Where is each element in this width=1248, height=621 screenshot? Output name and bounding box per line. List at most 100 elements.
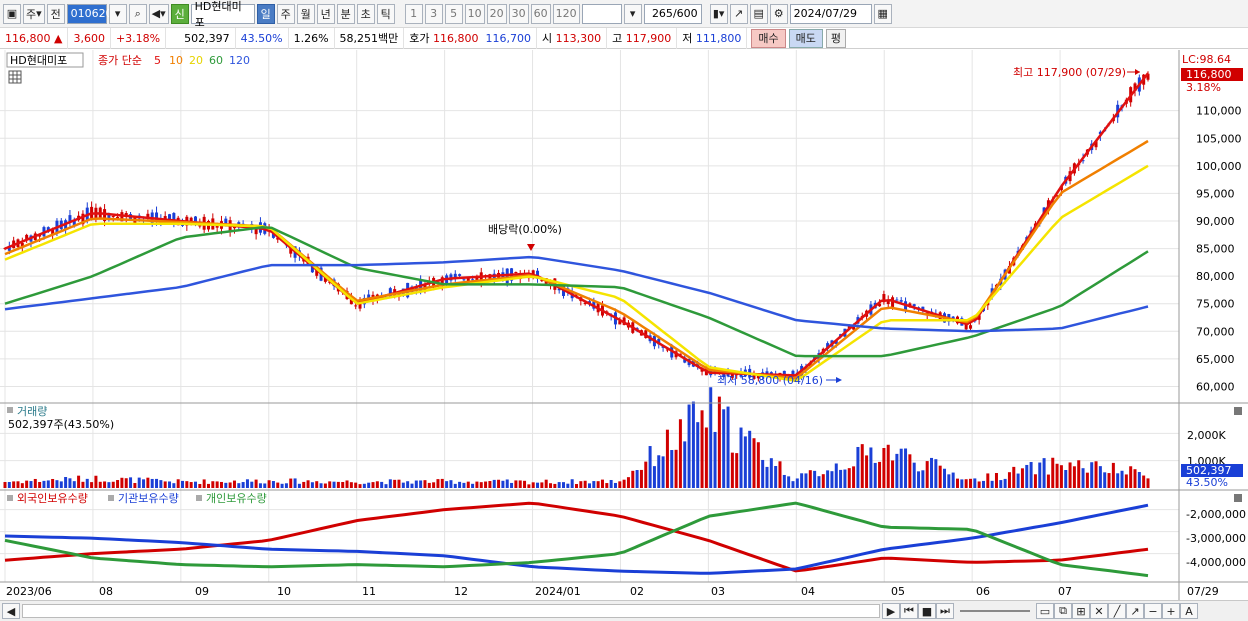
volume-bar [800,473,804,488]
period-day[interactable]: 일 [256,3,275,24]
period-year[interactable]: 년 [316,3,335,24]
volume-ratio: 43.50% [236,27,289,49]
market-type-select[interactable]: 주 ▾ [23,3,45,24]
ma60-legend[interactable]: 60 [209,54,223,67]
volume-bar [523,480,527,488]
interval-60[interactable]: 60 [530,3,551,24]
line-tool-icon[interactable]: ╱ [1108,603,1126,619]
chart-navigation-bar: ◀ ▶ ⏮ ■ ⏭ ▭ ⧉ ⊞ ✕ ╱ ↗ − + A [0,600,1248,621]
stock-chart[interactable]: 60,000 65,000 70,000 75,000 80,000 85,000 90,0… [0,50,1248,600]
date-input[interactable]: 2024/07/29 [789,3,872,24]
volume-bar [839,469,843,488]
ma-legend-prefix: 종가 단순 [98,54,142,67]
volume-bar [704,427,708,488]
stock-code-input[interactable]: 010620 [66,3,113,24]
stock-name-field[interactable]: HD현대미포 [190,0,255,29]
scroll-left-icon[interactable]: ◀ [2,603,20,619]
period-week[interactable]: 주 [276,3,295,24]
volume-bar [644,461,648,488]
horizontal-scrollbar[interactable] [22,604,880,618]
foreign-legend[interactable]: 외국인보유수량 [17,492,88,505]
quote-bar: 116,800 ▲ 3,600 +3.18% 502,397 43.50% 1.… [0,27,1248,49]
period-month[interactable]: 월 [296,3,315,24]
volume-bar [462,482,466,488]
volume-bar [834,463,838,488]
ask-price-1: 116,800 [433,31,479,45]
price-change: 3,600 [68,27,111,49]
trend-icon[interactable]: ↗ [1126,603,1144,619]
save-icon[interactable]: ▤ [749,3,768,24]
institution-legend[interactable]: 기관보유수량 [118,492,179,505]
volume-bar [990,480,994,488]
interval-10[interactable]: 10 [464,3,485,24]
scroll-right-icon[interactable]: ▶ [882,603,900,619]
individual-legend[interactable]: 개인보유수량 [206,492,267,505]
holding-panel-close-icon[interactable] [1234,494,1242,502]
font-size-icon[interactable]: A [1180,603,1198,619]
first-icon[interactable]: ⏮ [900,603,918,619]
volume-bar [475,481,479,488]
zoom-slider[interactable] [960,610,1030,612]
volume-bar [527,484,531,488]
code-dropdown-icon[interactable]: ▾ [108,3,127,24]
interval-20[interactable]: 20 [486,3,507,24]
speaker-icon[interactable]: ◀▾ [148,3,169,24]
flat-button[interactable]: 평 [825,28,847,48]
volume-bar [198,483,202,488]
volume-bar [388,479,392,488]
volume-bar [938,465,942,488]
prev-button[interactable]: 전 [46,3,65,24]
candle-body [462,279,466,281]
period-tick[interactable]: 틱 [376,3,395,24]
zoom-out-icon[interactable]: − [1144,603,1162,619]
draw-tool-icon[interactable]: ↗ [729,3,748,24]
volume-bar [16,481,20,488]
count-field[interactable]: 265/600 [643,3,702,24]
last-icon[interactable]: ⏭ [936,603,954,619]
calendar-icon[interactable]: ▦ [873,3,892,24]
table-toggle-icon[interactable] [8,70,22,84]
zoom-in-icon[interactable]: + [1162,603,1180,619]
high-label: 고 [612,32,623,45]
buy-button[interactable]: 매수 [751,28,786,48]
volume-bar [635,470,639,488]
ma5-legend[interactable]: 5 [154,54,161,67]
volume-bar [1016,473,1020,488]
volume-bar [168,481,172,488]
volume-bar [401,482,405,488]
volume-bar [237,483,241,488]
interval-1[interactable]: 1 [404,3,423,24]
interval-3[interactable]: 3 [424,3,443,24]
split-icon[interactable]: ⧉ [1054,603,1072,619]
ma120-legend[interactable]: 120 [229,54,250,67]
interval-30[interactable]: 30 [508,3,529,24]
search-icon[interactable]: ⌕ [128,3,147,24]
volume-panel-close-icon[interactable] [1234,407,1242,415]
interval-dropdown-icon[interactable]: ▾ [623,3,642,24]
stop-icon[interactable]: ■ [918,603,936,619]
volume-bar [934,459,938,488]
price-tick-label: 110,000 [1196,105,1242,118]
volume-bar [345,480,349,488]
interval-5[interactable]: 5 [444,3,463,24]
volume-bar [994,473,998,488]
crosshair-icon[interactable]: ✕ [1090,603,1108,619]
volume-bar [354,482,358,488]
volume-bar [410,483,414,488]
chart-type-icon[interactable]: ▮▾ [709,3,728,24]
ma20-legend[interactable]: 20 [189,54,203,67]
volume-bar [280,483,284,488]
layout-icon[interactable]: ▭ [1036,603,1054,619]
period-minute[interactable]: 분 [336,3,355,24]
grid-icon[interactable]: ⊞ [1072,603,1090,619]
interval-120[interactable]: 120 [552,3,580,24]
period-second[interactable]: 초 [356,3,375,24]
window-menu-icon[interactable]: ▣ [3,3,21,24]
interval-custom-input[interactable] [581,3,622,24]
stock-name-tag: HD현대미포 [10,54,67,67]
sell-button[interactable]: 매도 [788,28,823,48]
ma10-legend[interactable]: 10 [169,54,183,67]
volume-tick-2000k: 2,000K [1187,429,1226,442]
settings-icon[interactable]: ⚙ [769,3,788,24]
volume-bar [479,482,483,488]
